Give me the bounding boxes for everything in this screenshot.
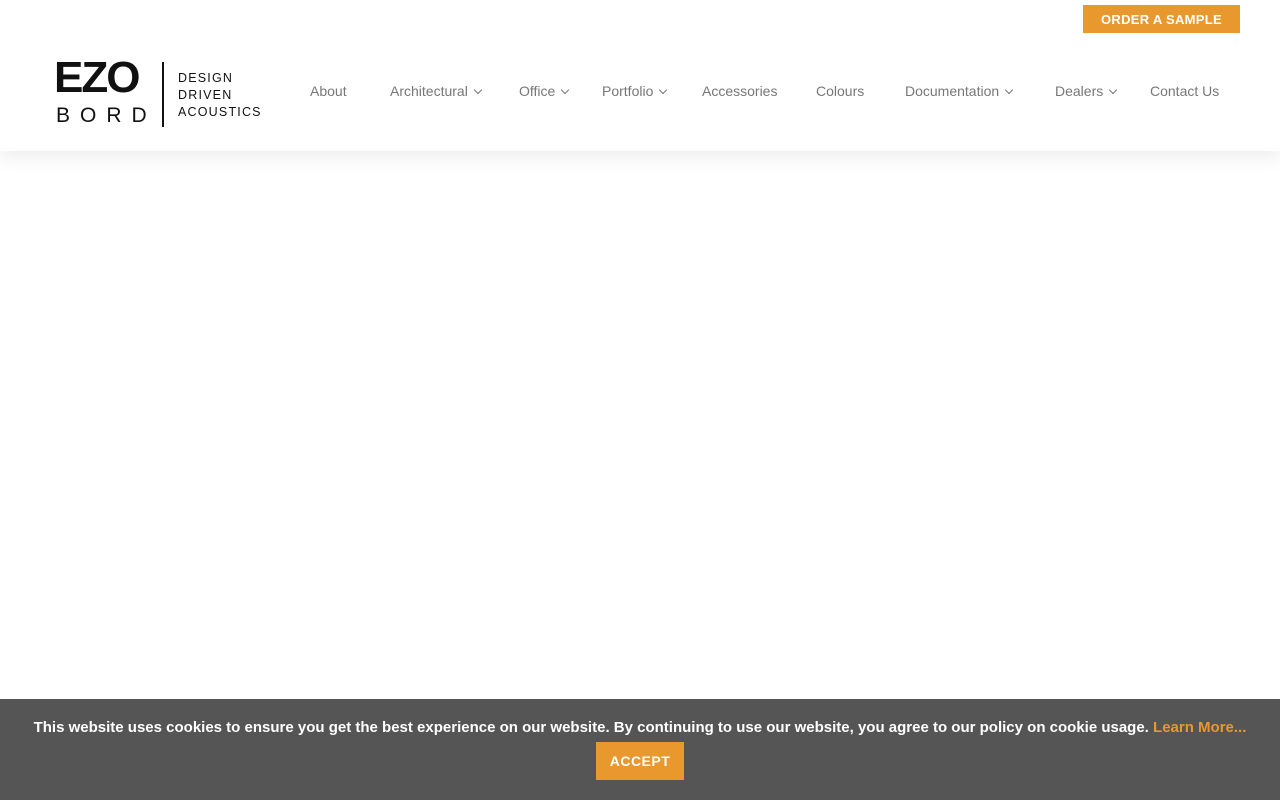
logo-text-bottom: BORD <box>56 104 157 127</box>
nav-item-label: Documentation <box>905 83 1000 99</box>
nav-item-label: Portfolio <box>602 83 654 99</box>
nav-item-about[interactable]: About <box>310 80 347 102</box>
site-header: ORDER A SAMPLE EZO BORD DESIGN DRIVEN AC… <box>0 0 1280 151</box>
nav-item-label: Colours <box>816 83 865 99</box>
cookie-banner: This website uses cookies to ensure you … <box>0 699 1280 800</box>
order-sample-button[interactable]: ORDER A SAMPLE <box>1083 5 1240 33</box>
main-nav: About Architectural Office Portfolio Acc… <box>0 80 1280 102</box>
nav-item-colours[interactable]: Colours <box>816 80 864 102</box>
cookie-learn-more-link[interactable]: Learn More... <box>1153 719 1246 736</box>
chevron-down-icon <box>1109 85 1118 94</box>
nav-item-label: Architectural <box>390 83 468 99</box>
nav-item-label: Office <box>519 83 556 99</box>
chevron-down-icon <box>473 85 483 94</box>
nav-item-documentation[interactable]: Documentation <box>905 80 1014 102</box>
nav-item-label: Contact Us <box>1150 83 1220 99</box>
cookie-message: This website uses cookies to ensure you … <box>0 719 1280 736</box>
nav-item-contact-us[interactable]: Contact Us <box>1150 80 1219 102</box>
cookie-accept-button[interactable]: ACCEPT <box>596 742 684 780</box>
nav-item-portfolio[interactable]: Portfolio <box>602 80 668 102</box>
nav-item-office[interactable]: Office <box>519 80 570 102</box>
nav-item-label: Accessories <box>702 83 778 99</box>
nav-item-accessories[interactable]: Accessories <box>702 80 777 102</box>
chevron-down-icon <box>561 85 570 94</box>
chevron-down-icon <box>659 85 668 94</box>
nav-item-dealers[interactable]: Dealers <box>1055 80 1118 102</box>
cookie-message-text: This website uses cookies to ensure you … <box>33 719 1154 736</box>
chevron-down-icon <box>1004 85 1014 94</box>
page: ORDER A SAMPLE EZO BORD DESIGN DRIVEN AC… <box>0 0 1280 800</box>
nav-item-architectural[interactable]: Architectural <box>390 80 483 102</box>
nav-item-label: About <box>310 83 347 99</box>
logo-tagline-line: ACOUSTICS <box>178 105 262 119</box>
nav-item-label: Dealers <box>1055 83 1104 99</box>
